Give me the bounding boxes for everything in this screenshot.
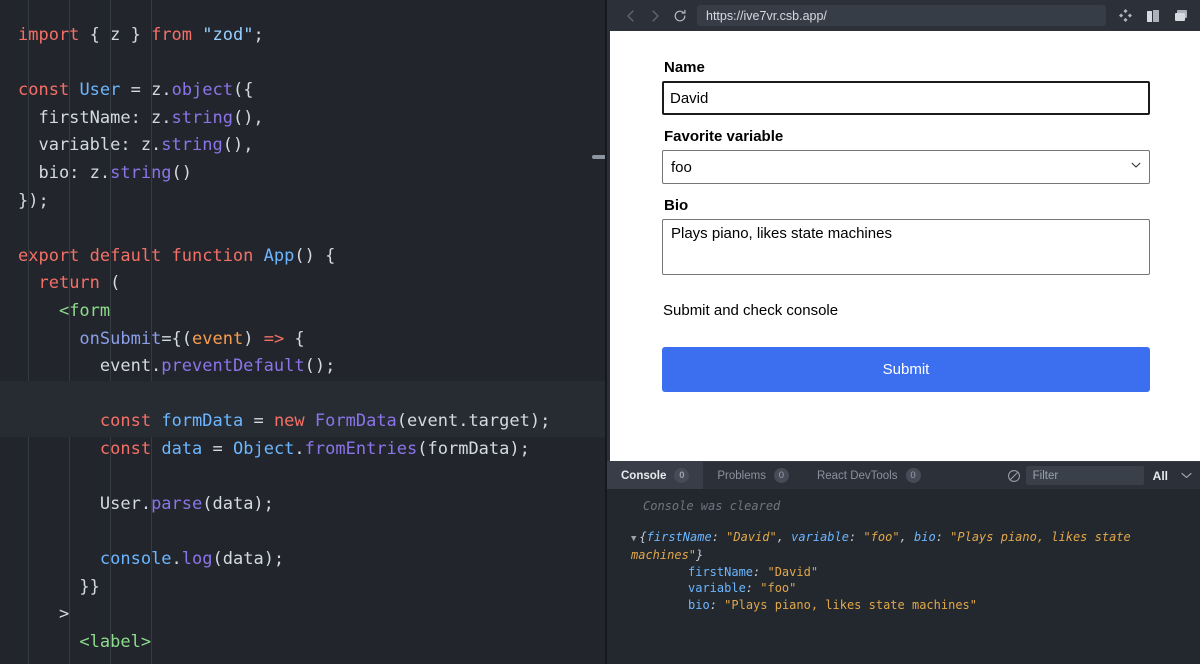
name-input[interactable] xyxy=(662,81,1150,115)
console-output[interactable]: Console was cleared ▼ {firstName: "David"… xyxy=(607,489,1200,664)
bio-textarea[interactable] xyxy=(662,219,1150,275)
bio-field-group: Bio xyxy=(662,197,1150,280)
name-field-group: Name xyxy=(662,59,1150,115)
tab-problems[interactable]: Problems 0 xyxy=(703,462,803,490)
console-log-details: firstName: "David" variable: "foo" bio: "P… xyxy=(631,564,1190,614)
console-cleared-message: Console was cleared xyxy=(643,499,781,513)
pane-resize-handle[interactable] xyxy=(592,155,606,159)
tab-react-devtools-count: 0 xyxy=(905,468,921,483)
tab-console[interactable]: Console 0 xyxy=(607,461,704,490)
open-preview-window-icon[interactable] xyxy=(1168,3,1194,29)
console-detail-row: variable: "foo" xyxy=(688,581,797,595)
bio-label: Bio xyxy=(664,197,689,214)
url-bar[interactable]: https://ive7vr.csb.app/ xyxy=(697,5,1106,26)
favorite-variable-field-group: Favorite variable foobarbaz xyxy=(662,128,1150,184)
favorite-variable-select[interactable]: foobarbaz xyxy=(662,150,1150,184)
console-detail-row: bio: "Plays piano, likes state machines" xyxy=(688,597,978,612)
tab-react-devtools-label: React DevTools xyxy=(816,469,898,482)
app-preview: Name Favorite variable foobarbaz Bio Sub… xyxy=(610,31,1200,461)
tab-console-label: Console xyxy=(621,469,667,482)
tab-problems-count: 0 xyxy=(773,468,789,483)
console-detail-row: firstName: "David" xyxy=(688,564,819,579)
console-log-summary[interactable]: ▼ {firstName: "David", variable: "foo", b… xyxy=(631,529,1190,564)
console-tabbar: Console 0 Problems 0 React DevTools 0 Al… xyxy=(607,461,1200,490)
console-filter-input[interactable] xyxy=(1025,466,1144,485)
tab-console-count: 0 xyxy=(674,468,690,483)
codesandbox-window: import { z } from "zod"; const User = z.… xyxy=(0,0,1200,664)
name-label: Name xyxy=(664,59,705,76)
console-level-label[interactable]: All xyxy=(1153,469,1168,483)
preview-pane: https://ive7vr.csb.app/ Name David Favor… xyxy=(607,0,1200,664)
clear-console-icon[interactable] xyxy=(1002,464,1026,488)
browser-action-icons xyxy=(1112,3,1194,29)
submit-hint: Submit and check console xyxy=(663,302,839,319)
browser-toolbar: https://ive7vr.csb.app/ xyxy=(607,0,1200,31)
split-panes-icon[interactable] xyxy=(1140,3,1166,29)
reload-icon[interactable] xyxy=(667,4,693,28)
chevron-down-icon[interactable] xyxy=(1174,464,1198,488)
console-log-entry[interactable]: ▼ {firstName: "David", variable: "foo", b… xyxy=(607,515,1200,614)
favorite-variable-label: Favorite variable xyxy=(664,128,784,145)
submit-button[interactable]: Submit xyxy=(662,347,1150,392)
back-icon[interactable] xyxy=(619,4,643,28)
forward-icon[interactable] xyxy=(643,4,667,28)
url-text: https://ive7vr.csb.app/ xyxy=(706,8,827,23)
expand-triangle-icon[interactable]: ▼ xyxy=(631,534,636,544)
tab-problems-label: Problems xyxy=(717,469,766,482)
code-content[interactable]: import { z } from "zod"; const User = z.… xyxy=(0,0,607,657)
code-editor[interactable]: import { z } from "zod"; const User = z.… xyxy=(0,0,607,664)
tab-react-devtools[interactable]: React DevTools 0 xyxy=(803,462,935,490)
codesandbox-logo-icon[interactable] xyxy=(1112,3,1138,29)
user-form: Name Favorite variable foobarbaz Bio Sub… xyxy=(610,31,1200,392)
